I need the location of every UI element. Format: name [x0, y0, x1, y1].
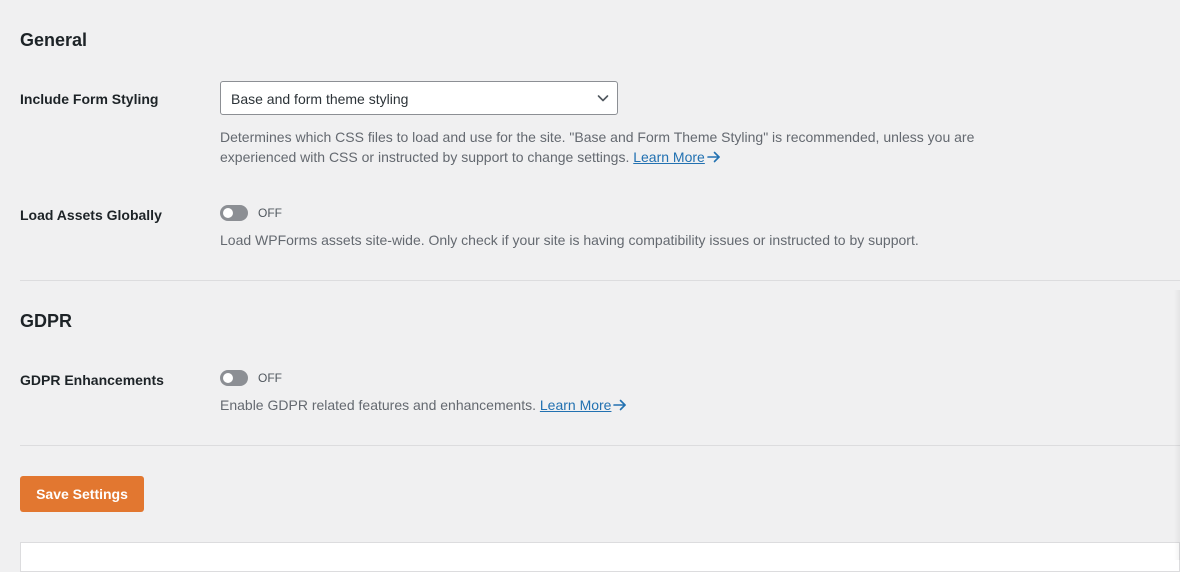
form-styling-description-text: Determines which CSS files to load and u…: [220, 129, 975, 165]
scroll-shadow: [1174, 290, 1180, 560]
section-divider: [20, 280, 1180, 281]
gdpr-enhancements-toggle[interactable]: [220, 370, 248, 386]
gdpr-learn-more-label: Learn More: [539, 397, 612, 413]
gdpr-learn-more-link[interactable]: Learn More: [540, 397, 628, 413]
load-assets-toggle-knob: [223, 208, 233, 218]
arrow-right-icon: [613, 399, 627, 411]
save-settings-button[interactable]: Save Settings: [20, 476, 144, 512]
gdpr-enhancements-label: GDPR Enhancements: [20, 372, 164, 388]
gdpr-toggle-knob: [223, 373, 233, 383]
load-assets-toggle[interactable]: [220, 205, 248, 221]
general-heading: General: [20, 30, 88, 50]
bottom-panel: [20, 542, 1180, 572]
section-divider: [20, 445, 1180, 446]
gdpr-heading: GDPR: [20, 311, 73, 331]
form-styling-description: Determines which CSS files to load and u…: [220, 127, 1000, 167]
load-assets-globally-label: Load Assets Globally: [20, 207, 162, 223]
gdpr-toggle-state: OFF: [258, 371, 282, 385]
load-assets-description: Load WPForms assets site-wide. Only chec…: [220, 232, 919, 248]
gdpr-description-text: Enable GDPR related features and enhance…: [220, 397, 536, 413]
arrow-right-icon: [707, 151, 720, 163]
gdpr-description: Enable GDPR related features and enhance…: [220, 395, 1020, 415]
include-form-styling-label: Include Form Styling: [20, 91, 159, 107]
form-styling-learn-more-label: Learn More: [633, 149, 705, 165]
form-styling-select[interactable]: Base and form theme styling: [220, 81, 618, 115]
load-assets-toggle-state: OFF: [258, 206, 282, 220]
chevron-down-icon: [597, 95, 609, 102]
form-styling-learn-more-link[interactable]: Learn More: [633, 149, 721, 165]
form-styling-select-value: Base and form theme styling: [231, 91, 409, 107]
